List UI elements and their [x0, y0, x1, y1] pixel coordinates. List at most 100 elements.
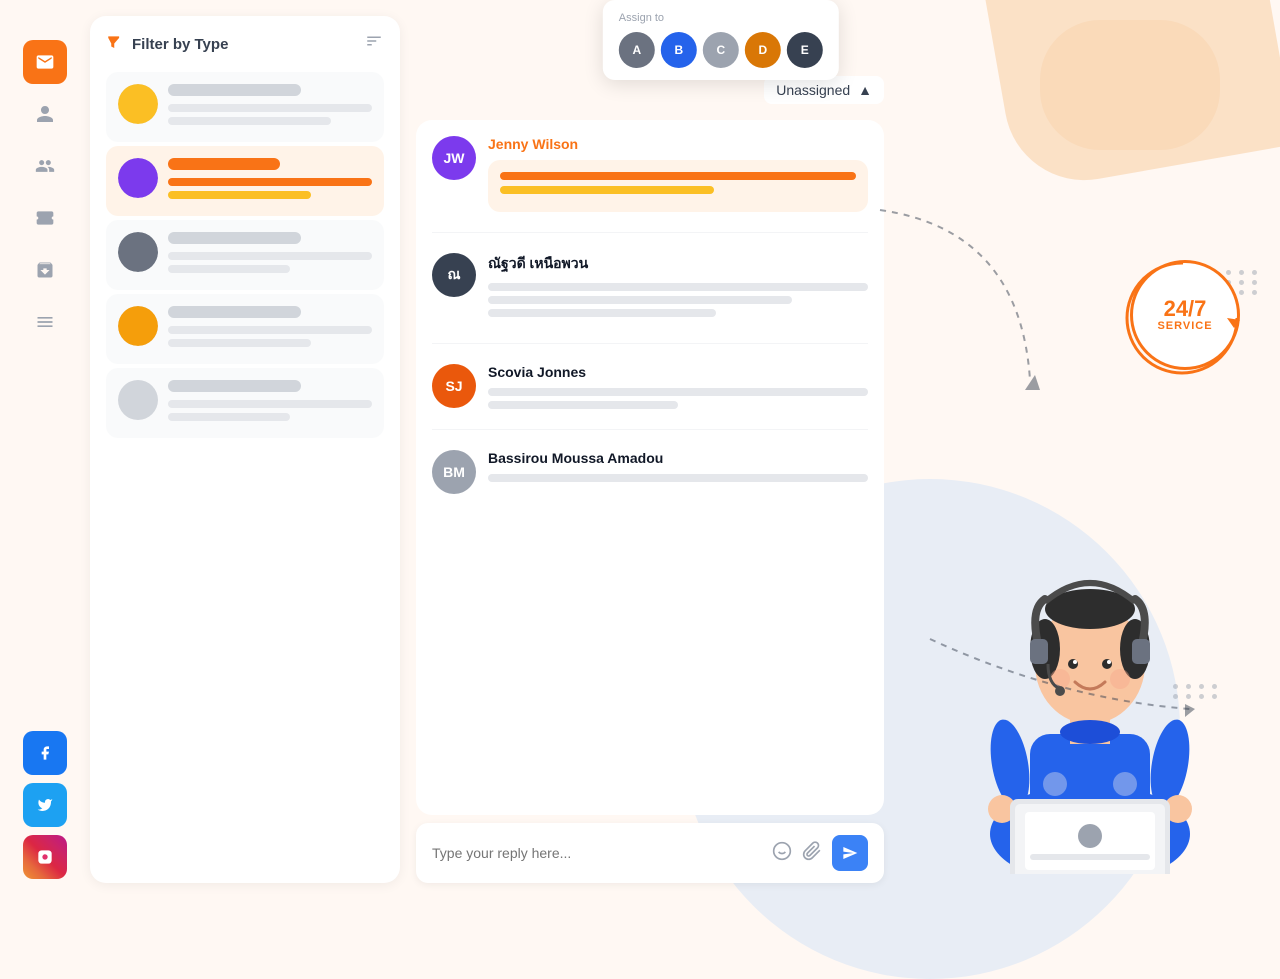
conv-line-1b — [168, 117, 331, 125]
conv-item-3[interactable] — [106, 220, 384, 290]
left-panel: Filter by Type — [90, 16, 400, 883]
facebook-button[interactable] — [23, 731, 67, 775]
archive-icon — [35, 260, 55, 280]
assign-avatar-1[interactable]: A — [619, 32, 655, 68]
clock-arc-icon — [1122, 258, 1242, 378]
reply-input[interactable] — [432, 845, 764, 861]
conv-line-5a — [168, 400, 372, 408]
msg-content-4: Bassirou Moussa Amadou — [488, 450, 868, 487]
assign-avatars: A B C D E — [619, 32, 823, 68]
panel-header: Filter by Type — [106, 32, 384, 56]
msg-content-2: ณัฐวดี เหนือพวน — [488, 253, 868, 323]
msg-line-1b — [500, 186, 714, 194]
sidebar — [0, 0, 90, 899]
divider-1 — [432, 232, 868, 233]
assign-avatar-4[interactable]: D — [745, 32, 781, 68]
msg-line-1a — [500, 172, 856, 180]
message-item-2: ณ ณัฐวดี เหนือพวน — [432, 253, 868, 323]
emoji-button[interactable] — [772, 841, 792, 866]
chevron-up-icon: ▲ — [858, 82, 872, 98]
assign-avatar-3[interactable]: C — [703, 32, 739, 68]
conv-name-2 — [168, 158, 280, 170]
sidebar-icon-people[interactable] — [23, 144, 67, 188]
conv-line-2b — [168, 191, 311, 199]
right-section: 24/7 SERVICE — [900, 0, 1280, 899]
msg-lines-3 — [488, 388, 868, 409]
reply-area — [416, 823, 884, 883]
conv-content-1 — [168, 84, 372, 130]
filter-title: Filter by Type — [132, 36, 228, 53]
sidebar-icon-person[interactable] — [23, 92, 67, 136]
people-icon — [35, 156, 55, 176]
unassigned-badge[interactable]: Unassigned ▲ — [764, 76, 884, 104]
twitter-button[interactable] — [23, 783, 67, 827]
conv-line-4a — [168, 326, 372, 334]
social-buttons — [23, 731, 67, 879]
ticket-icon — [35, 208, 55, 228]
arrow-decoration — [820, 180, 1070, 430]
conv-line-4b — [168, 339, 311, 347]
reply-icons — [772, 835, 868, 871]
msg-avatar-4: BM — [432, 450, 476, 494]
divider-3 — [432, 429, 868, 430]
msg-name-3: Scovia Jonnes — [488, 364, 868, 380]
conv-content-3 — [168, 232, 372, 278]
conv-item-4[interactable] — [106, 294, 384, 364]
menu-icon — [35, 312, 55, 332]
panel-title: Filter by Type — [106, 33, 228, 55]
send-button[interactable] — [832, 835, 868, 871]
conv-line-3a — [168, 252, 372, 260]
sidebar-icon-inbox[interactable] — [23, 40, 67, 84]
msg-content-1: Jenny Wilson — [488, 136, 868, 212]
attachment-button[interactable] — [802, 841, 822, 866]
msg-avatar-1: JW — [432, 136, 476, 180]
conv-line-1a — [168, 104, 372, 112]
person-icon — [35, 104, 55, 124]
msg-avatar-3: SJ — [432, 364, 476, 408]
conv-avatar-3 — [118, 232, 158, 272]
message-item-4: BM Bassirou Moussa Amadou — [432, 450, 868, 494]
sidebar-icon-ticket[interactable] — [23, 196, 67, 240]
assign-label: Assign to — [619, 12, 823, 24]
instagram-button[interactable] — [23, 835, 67, 879]
conv-avatar-1 — [118, 84, 158, 124]
conv-line-5b — [168, 413, 290, 421]
conv-avatar-4 — [118, 306, 158, 346]
service-badge: 24/7 SERVICE — [1130, 260, 1240, 370]
msg-lines-2 — [488, 283, 868, 317]
assign-avatar-2[interactable]: B — [661, 32, 697, 68]
assign-avatar-5[interactable]: E — [787, 32, 823, 68]
conv-item-5[interactable] — [106, 368, 384, 438]
sidebar-icon-menu[interactable] — [23, 300, 67, 344]
conversation-list — [106, 72, 384, 438]
assign-dropdown: Assign to A B C D E — [603, 0, 839, 80]
conv-item-2[interactable] — [106, 146, 384, 216]
msg-content-3: Scovia Jonnes — [488, 364, 868, 409]
sidebar-icon-archive[interactable] — [23, 248, 67, 292]
middle-panel: Assign to A B C D E Unassigned ▲ JW Jenn… — [400, 0, 900, 899]
conv-name-1 — [168, 84, 301, 96]
msg-name-1: Jenny Wilson — [488, 136, 868, 152]
conv-name-3 — [168, 232, 301, 244]
conv-content-2 — [168, 158, 372, 204]
divider-2 — [432, 343, 868, 344]
sort-icon[interactable] — [364, 32, 384, 56]
msg-name-2: ณัฐวดี เหนือพวน — [488, 253, 868, 275]
conv-content-4 — [168, 306, 372, 352]
conv-content-5 — [168, 380, 372, 426]
conv-name-4 — [168, 306, 301, 318]
main-container: Filter by Type — [0, 0, 1280, 899]
conv-avatar-5 — [118, 380, 158, 420]
arrow-decoration-2 — [910, 619, 1210, 739]
conv-name-5 — [168, 380, 301, 392]
unassigned-label: Unassigned — [776, 82, 850, 98]
conv-line-3b — [168, 265, 290, 273]
conv-avatar-2 — [118, 158, 158, 198]
conv-item-1[interactable] — [106, 72, 384, 142]
msg-lines-4 — [488, 474, 868, 482]
messages-area: JW Jenny Wilson ณ ณัฐวดี เหนือพวน — [416, 120, 884, 815]
conv-line-2a — [168, 178, 372, 186]
msg-bubble-1 — [488, 160, 868, 212]
msg-name-4: Bassirou Moussa Amadou — [488, 450, 868, 466]
filter-icon — [106, 33, 124, 55]
